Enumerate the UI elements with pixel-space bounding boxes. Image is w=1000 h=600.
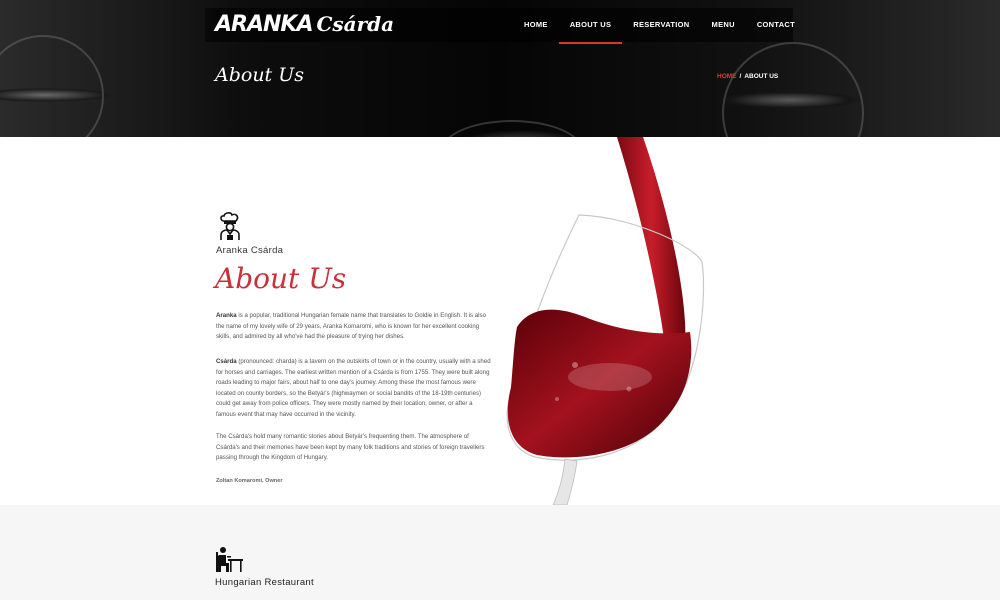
about-paragraph-text: is a popular, traditional Hungarian fema…: [216, 312, 486, 341]
nav-item-menu[interactable]: MENU: [701, 8, 746, 42]
breadcrumb: HOME / ABOUT US: [717, 73, 778, 80]
hero-decor-ring: [0, 35, 104, 137]
restaurant-section: [0, 505, 1000, 600]
nav-item-contact[interactable]: CONTACT: [746, 8, 806, 42]
nav-item-about-us[interactable]: ABOUT US: [558, 8, 623, 44]
breadcrumb-home-link[interactable]: HOME: [717, 73, 737, 80]
wine-glass-image: [506, 137, 705, 505]
diner-table-icon: [216, 547, 243, 572]
about-paragraph: Aranka is a popular, traditional Hungari…: [216, 311, 494, 343]
about-paragraph: The Csárda's hold many romantic stories …: [216, 432, 494, 464]
page-title: About Us: [215, 64, 304, 86]
about-paragraph-bold: Csárda: [216, 358, 237, 365]
logo-word-2: Csárda: [316, 12, 395, 36]
main-nav: HOME ABOUT US RESERVATION MENU CONTACT: [513, 8, 806, 44]
owner-signature: Zoltan Komaromi, Owner: [216, 478, 283, 484]
chef-icon: [220, 212, 240, 240]
logo-word-1: ARANKA: [215, 12, 313, 37]
about-paragraph-text: The Csárda's hold many romantic stories …: [216, 433, 485, 462]
breadcrumb-current: ABOUT US: [744, 73, 779, 80]
hero-decor-ring: [722, 42, 864, 137]
about-heading: About Us: [215, 262, 347, 295]
section-eyebrow: Aranka Csárda: [216, 245, 284, 256]
breadcrumb-separator: /: [739, 73, 742, 80]
restaurant-label: Hungarian Restaurant: [215, 577, 314, 588]
about-paragraph-bold: Aranka: [216, 312, 237, 319]
about-paragraph-text: (pronounced: charda) is a tavern on the …: [216, 358, 491, 418]
nav-item-reservation[interactable]: RESERVATION: [622, 8, 700, 42]
nav-item-home[interactable]: HOME: [513, 8, 559, 42]
brand-logo[interactable]: ARANKA Csárda: [215, 12, 394, 40]
hero-decor-ring: [440, 120, 584, 137]
about-paragraph: Csárda (pronounced: charda) is a tavern …: [216, 357, 494, 421]
